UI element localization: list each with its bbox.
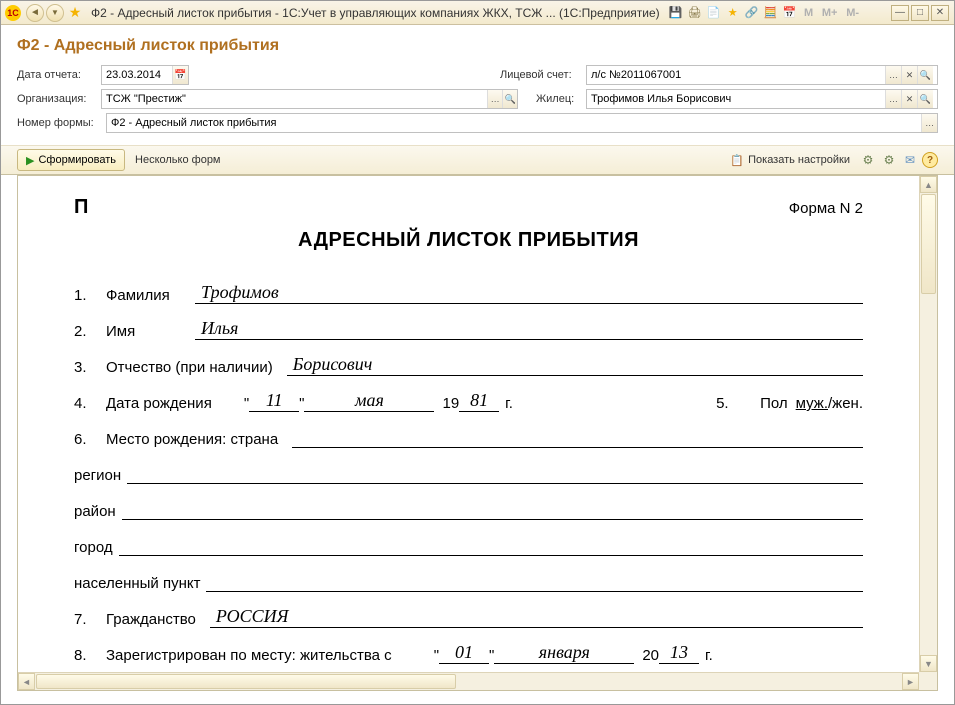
account-input[interactable] [587,66,885,84]
toolbar: ▶ Сформировать Несколько форм 📋 Показать… [1,145,954,175]
org-search-button[interactable]: 🔍 [502,90,517,108]
org-field[interactable]: … 🔍 [101,89,518,109]
report-canvas: П Форма N 2 АДРЕСНЫЙ ЛИСТОК ПРИБЫТИЯ 1. … [17,175,938,691]
calendar-icon[interactable]: 📅 [782,5,798,21]
org-input[interactable] [102,90,487,108]
nav-back-button[interactable]: ◄ [26,4,44,22]
preview-icon[interactable]: 📄 [706,5,722,21]
line-surname: 1. Фамилия Трофимов [74,282,863,304]
vertical-scrollbar[interactable]: ▲ ▼ [919,176,937,672]
link-icon[interactable]: 🔗 [744,5,760,21]
app-icon: 1C [5,5,21,21]
params-panel: Дата отчета: 📅 Лицевой счет: … ✕ 🔍 Орган… [1,61,954,145]
tenant-label: Жилец: [536,93,582,105]
org-more-button[interactable]: … [487,90,502,108]
m-minus-button[interactable]: M- [843,5,863,21]
line-citizenship: 7. Гражданство РОССИЯ [74,606,863,628]
show-settings-label: Показать настройки [748,154,850,166]
sex-male: муж. [796,395,828,412]
tenant-search-button[interactable]: 🔍 [917,90,933,108]
line-registration: 8. Зарегистрирован по месту: жительства … [74,642,863,664]
doc-form-number: Форма N 2 [789,200,863,217]
play-icon: ▶ [26,154,34,167]
show-settings-button[interactable]: 📋 Показать настройки [724,149,856,171]
tenant-clear-button[interactable]: ✕ [901,90,917,108]
date-field[interactable]: 📅 [101,65,189,85]
star-icon[interactable]: ★ [725,5,741,21]
doc-pi: П [74,196,88,219]
horizontal-scrollbar[interactable]: ◄ ► [18,672,919,690]
settings-load-icon[interactable]: ⚙ [880,151,898,169]
help-icon[interactable]: ? [922,152,938,168]
tenant-field[interactable]: … ✕ 🔍 [586,89,938,109]
window-title: Ф2 - Адресный листок прибытия - 1С:Учет … [91,6,660,20]
nav-dropdown-button[interactable]: ▼ [46,4,64,22]
org-label: Организация: [17,93,97,105]
email-icon[interactable]: ✉ [901,151,919,169]
line-birthdate-sex: 4. Дата рождения " 11 " мая 19 81 г. 5. … [74,390,863,412]
formnum-field[interactable]: … [106,113,938,133]
date-input[interactable] [102,66,172,84]
account-more-button[interactable]: … [885,66,901,84]
line-birthplace-country: 6. Место рождения: страна [74,426,863,448]
multi-forms-button[interactable]: Несколько форм [129,149,226,171]
maximize-button[interactable]: □ [911,5,929,21]
formnum-input[interactable] [107,114,921,132]
scroll-down-button[interactable]: ▼ [920,655,937,672]
line-district: район [74,498,863,520]
calendar-button[interactable]: 📅 [172,66,188,84]
generate-label: Сформировать [38,154,116,166]
formnum-label: Номер формы: [17,117,102,129]
print-icon[interactable]: 🖨 [687,5,703,21]
m-plus-button[interactable]: M+ [820,5,840,21]
account-clear-button[interactable]: ✕ [901,66,917,84]
minimize-button[interactable]: — [891,5,909,21]
account-search-button[interactable]: 🔍 [917,66,933,84]
settings-save-icon[interactable]: ⚙ [859,151,877,169]
tenant-input[interactable] [587,90,885,108]
scroll-left-button[interactable]: ◄ [18,673,35,690]
sex-female: жен. [832,395,863,412]
scroll-right-button[interactable]: ► [902,673,919,690]
account-label: Лицевой счет: [500,69,582,81]
scroll-corner [919,672,937,690]
line-name: 2. Имя Илья [74,318,863,340]
scroll-up-button[interactable]: ▲ [920,176,937,193]
m-button[interactable]: M [801,5,817,21]
save-icon[interactable]: 💾 [668,5,684,21]
favorite-icon[interactable]: ★ [67,5,83,21]
line-settlement: населенный пункт [74,570,863,592]
hscroll-thumb[interactable] [36,674,456,689]
close-button[interactable]: ✕ [931,5,949,21]
page-title: Ф2 - Адресный листок прибытия [1,25,954,61]
vscroll-thumb[interactable] [921,194,936,294]
title-bar: 1C ◄ ▼ ★ Ф2 - Адресный листок прибытия -… [1,1,954,25]
doc-title: АДРЕСНЫЙ ЛИСТОК ПРИБЫТИЯ [74,229,863,252]
settings-page-icon: 📋 [730,154,744,167]
line-region: регион [74,462,863,484]
generate-button[interactable]: ▶ Сформировать [17,149,125,171]
tenant-more-button[interactable]: … [885,90,901,108]
report-document: П Форма N 2 АДРЕСНЫЙ ЛИСТОК ПРИБЫТИЯ 1. … [18,176,919,672]
calc-icon[interactable]: 🧮 [763,5,779,21]
line-patronymic: 3. Отчество (при наличии) Борисович [74,354,863,376]
date-label: Дата отчета: [17,69,97,81]
account-field[interactable]: … ✕ 🔍 [586,65,938,85]
formnum-more-button[interactable]: … [921,114,937,132]
line-city: город [74,534,863,556]
